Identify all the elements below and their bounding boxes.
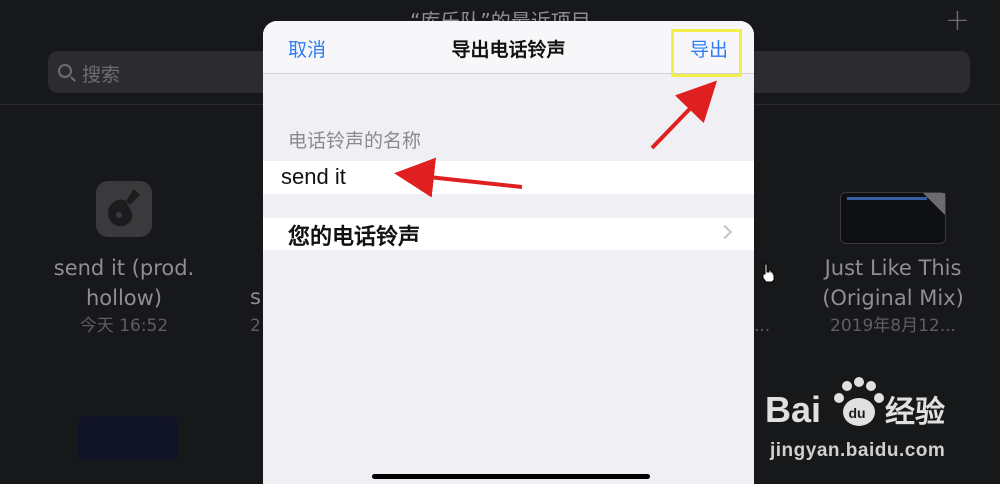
svg-text:du: du [848,405,865,421]
arrow-to-name-field-icon [394,157,523,198]
watermark-brand-prefix: Bai [765,389,821,430]
arrow-to-export-icon [650,80,718,150]
watermark-url: jingyan.baidu.com [770,440,946,461]
watermark-brand-suffix: 经验 [885,395,945,430]
hand-cursor-icon [762,263,775,283]
baidu-watermark-logo: du Bai 经验 [765,377,945,430]
